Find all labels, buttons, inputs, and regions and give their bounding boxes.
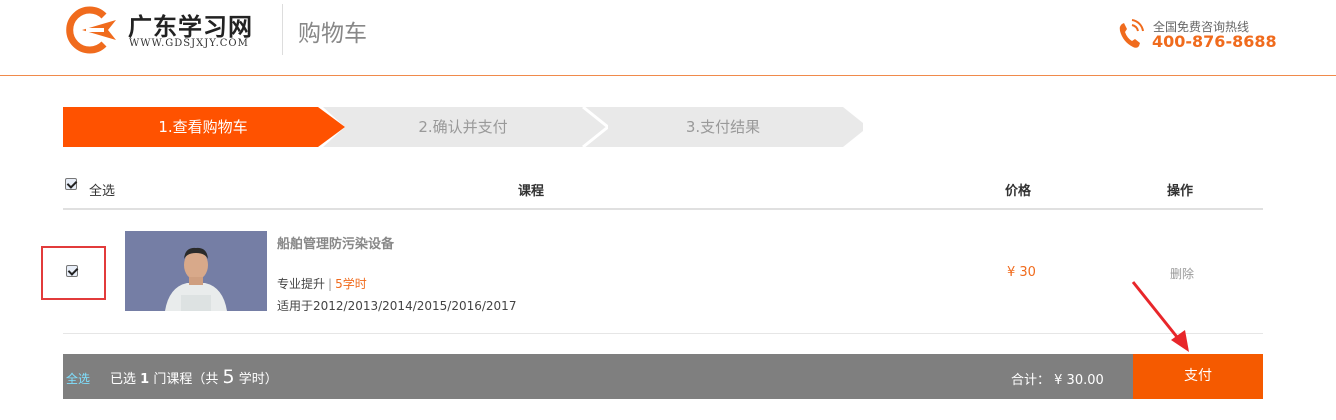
column-header-action: 操作 — [1167, 184, 1194, 199]
cart-item-row: 船舶管理防污染设备 专业提升 | 5学时 适用于2012/2013/2014/201… — [41, 211, 1263, 334]
item-checkbox[interactable] — [66, 265, 78, 277]
course-years: 适用于2012/2013/2014/2015/2016/2017 — [277, 299, 517, 313]
course-hours: 5学时 — [335, 277, 367, 291]
course-category: 专业提升 — [277, 277, 326, 291]
selected-mid: 门课程（共 — [153, 372, 219, 387]
meta-separator: | — [328, 277, 333, 291]
pay-button[interactable]: 支付 — [1133, 354, 1263, 399]
course-thumbnail[interactable] — [125, 231, 267, 311]
order-total: 合计： ¥ 30.00 — [1011, 369, 1104, 388]
footer-select-all[interactable]: 全选 — [66, 370, 90, 387]
step-label: 2.确认并支付 — [418, 118, 508, 136]
step-payment-result: 3.支付结果 — [583, 107, 863, 147]
step-confirm-pay: 2.确认并支付 — [323, 107, 608, 147]
header-divider — [282, 4, 283, 55]
header: 广东学习网 WWW.GDSJXJY.COM 购物车 全国免费咨询热线 400-8… — [0, 0, 1336, 76]
cart-table-header: 全选 课程 价格 操作 — [63, 170, 1263, 210]
course-title[interactable]: 船舶管理防污染设备 — [277, 233, 394, 252]
select-all-label[interactable]: 全选 — [89, 180, 115, 199]
select-all-checkbox[interactable] — [65, 178, 77, 190]
course-thumbnail-image — [125, 231, 267, 311]
column-header-course: 课程 — [518, 184, 545, 199]
hotline-number: 400-876-8688 — [1152, 32, 1277, 51]
logo-icon[interactable] — [64, 6, 120, 54]
cart-footer-bar: 全选 已选 1 门课程（共 5 学时） 合计： ¥ 30.00 支付 — [63, 354, 1263, 399]
selected-count: 1 — [140, 372, 150, 387]
step-view-cart: 1.查看购物车 — [63, 107, 345, 147]
arrow-annotation-icon — [1131, 281, 1189, 352]
brand-name[interactable]: 广东学习网 — [128, 7, 253, 42]
phone-icon — [1119, 19, 1144, 48]
total-label: 合计： — [1011, 373, 1051, 388]
course-meta: 专业提升 | 5学时 — [277, 275, 367, 292]
hours-suffix: 学时） — [238, 372, 278, 387]
page-title: 购物车 — [298, 21, 367, 47]
brand-url: WWW.GDSJXJY.COM — [129, 38, 249, 49]
selection-summary: 已选 1 门课程（共 5 学时） — [110, 366, 278, 388]
step-label: 3.支付结果 — [685, 118, 761, 136]
total-hours: 5 — [222, 366, 235, 388]
total-value: ¥ 30.00 — [1054, 373, 1104, 388]
checkout-steps: 3.支付结果 2.确认并支付 1.查看购物车 — [63, 107, 863, 147]
column-header-price: 价格 — [1005, 184, 1032, 199]
selected-prefix: 已选 — [110, 372, 137, 387]
item-price: ¥ 30 — [1007, 265, 1036, 280]
step-label: 1.查看购物车 — [158, 118, 248, 136]
